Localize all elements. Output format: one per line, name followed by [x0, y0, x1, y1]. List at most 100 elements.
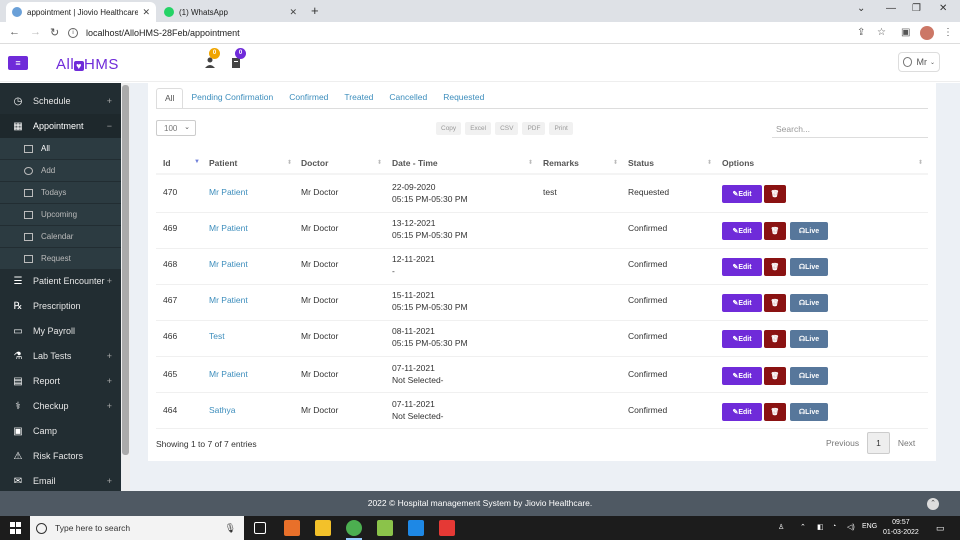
sidebar-sub-all[interactable]: All — [0, 138, 121, 159]
sidebar-sub-calendar[interactable]: Calendar — [0, 226, 121, 247]
wifi-icon[interactable]: ◔ — [832, 523, 836, 530]
browser-tab-whatsapp[interactable]: (1) WhatsApp ✕ — [158, 2, 303, 22]
tab-pending-confirmation[interactable]: Pending Confirmation — [183, 88, 281, 108]
taskbar-clock[interactable]: 09:57 01-03-2022 — [883, 518, 919, 538]
patient-link[interactable]: Mr Patient — [209, 295, 248, 305]
patient-link[interactable]: Sathya — [209, 405, 235, 415]
column-patient[interactable]: Patient — [209, 158, 237, 168]
sort-icon[interactable]: ⬍ — [287, 159, 292, 166]
sidebar-sub-request[interactable]: Request — [0, 248, 121, 269]
network-icon[interactable]: ◧ — [817, 523, 824, 531]
column-remarks[interactable]: Remarks — [543, 158, 579, 168]
edit-button[interactable]: ✎ Edit — [722, 330, 762, 348]
sort-icon[interactable]: ⬍ — [377, 159, 382, 166]
tab-treated[interactable]: Treated — [336, 88, 381, 108]
scrollbar-thumb[interactable] — [122, 85, 129, 455]
notification-icon[interactable]: ▭ — [936, 523, 945, 534]
sidebar-item-risk-factors[interactable]: ⚠ Risk Factors — [0, 444, 121, 468]
close-tab-icon[interactable]: ✕ — [289, 7, 297, 18]
windows-start-icon[interactable] — [10, 522, 22, 534]
delete-button[interactable]: 🗑 — [764, 294, 786, 312]
sidebar-scrollbar[interactable] — [121, 83, 130, 491]
live-button[interactable]: ☊ Live — [790, 330, 828, 348]
column-doctor[interactable]: Doctor — [301, 158, 328, 168]
user-menu-dropdown[interactable]: Mr ⌄ — [898, 52, 940, 72]
sidebar-sub-todays[interactable]: Todays — [0, 182, 121, 203]
previous-page-button[interactable]: Previous — [818, 433, 867, 453]
chevron-down-icon[interactable]: ⌄ — [857, 3, 865, 14]
patient-link[interactable]: Mr Patient — [209, 369, 248, 379]
forward-icon[interactable]: → — [30, 26, 41, 38]
task-view-icon[interactable] — [254, 522, 266, 534]
sidebar-item-prescription[interactable]: ℞ Prescription — [0, 294, 121, 318]
live-button[interactable]: ☊ Live — [790, 222, 828, 240]
page-1-button[interactable]: 1 — [867, 432, 890, 454]
sidebar-item-lab-tests[interactable]: ⚗ Lab Tests + — [0, 344, 121, 368]
edit-button[interactable]: ✎ Edit — [722, 367, 762, 385]
search-input[interactable]: Search... — [772, 122, 928, 138]
delete-button[interactable]: 🗑 — [764, 403, 786, 421]
print-button[interactable]: Print — [549, 122, 573, 135]
sidebar-sub-upcoming[interactable]: Upcoming — [0, 204, 121, 225]
sidebar-item-schedule[interactable]: ◷ Schedule + — [0, 89, 121, 113]
sidebar-item-camp[interactable]: ▣ Camp — [0, 419, 121, 443]
site-info-icon[interactable]: i — [68, 28, 78, 38]
browser-tab-appointment[interactable]: appointment | Jiovio Healthcare ( ✕ — [6, 2, 156, 22]
sort-icon[interactable]: ⬍ — [613, 159, 618, 166]
vscode-icon[interactable] — [408, 520, 424, 536]
delete-button[interactable]: 🗑 — [764, 258, 786, 276]
maximize-icon[interactable]: ❐ — [912, 3, 921, 14]
reload-icon[interactable]: ↻ — [50, 26, 59, 39]
sort-icon[interactable]: ⬍ — [918, 159, 923, 166]
url-field[interactable]: i localhost/AlloHMS-28Feb/appointment — [68, 24, 848, 42]
sidepanel-icon[interactable]: ▣ — [901, 27, 910, 38]
edit-button[interactable]: ✎ Edit — [722, 294, 762, 312]
bookmark-star-icon[interactable]: ☆ — [877, 27, 886, 38]
microphone-icon[interactable]: 🎙 — [225, 523, 236, 534]
tab-requested[interactable]: Requested — [435, 88, 492, 108]
app-logo[interactable]: All ♥ HMS — [56, 56, 119, 73]
language-indicator[interactable]: ENG — [862, 523, 877, 530]
patient-link[interactable]: Mr Patient — [209, 259, 248, 269]
edit-button[interactable]: ✎ Edit — [722, 258, 762, 276]
sidebar-item-email[interactable]: ✉ Email + — [0, 469, 121, 491]
share-icon[interactable]: ⇪ — [857, 27, 865, 38]
minimize-icon[interactable]: — — [886, 3, 896, 14]
more-icon[interactable]: ⋮ — [943, 27, 953, 38]
edit-button[interactable]: ✎ Edit — [722, 222, 762, 240]
copy-button[interactable]: Copy — [436, 122, 462, 135]
new-tab-icon[interactable]: + — [311, 3, 319, 18]
next-page-button[interactable]: Next — [890, 433, 923, 453]
live-button[interactable]: ☊ Live — [790, 403, 828, 421]
column-id[interactable]: Id — [163, 158, 171, 168]
profile-avatar[interactable] — [920, 26, 934, 40]
sort-icon[interactable]: ⬍ — [528, 159, 533, 166]
column-status[interactable]: Status — [628, 158, 654, 168]
scroll-top-icon[interactable]: ⌃ — [927, 498, 939, 510]
page-length-select[interactable]: 100 ⌄ — [156, 120, 196, 136]
sort-icon[interactable]: ⬍ — [707, 159, 712, 166]
back-icon[interactable]: ← — [9, 26, 20, 38]
sidebar-item-my-payroll[interactable]: ▭ My Payroll — [0, 319, 121, 343]
chrome-icon[interactable] — [346, 520, 362, 536]
live-button[interactable]: ☊ Live — [790, 258, 828, 276]
users-notification-button[interactable]: 0 — [204, 48, 220, 70]
delete-button[interactable]: 🗑 — [764, 367, 786, 385]
xampp-icon[interactable] — [284, 520, 300, 536]
column-date-time[interactable]: Date - Time — [392, 158, 438, 168]
orders-notification-button[interactable]: 0 — [230, 48, 246, 70]
live-button[interactable]: ☊ Live — [790, 294, 828, 312]
app-icon[interactable] — [439, 520, 455, 536]
volume-icon[interactable]: ◁) — [847, 523, 855, 531]
chevron-up-icon[interactable]: ⌃ — [800, 523, 806, 531]
tab-all[interactable]: All — [156, 88, 184, 108]
taskbar-search[interactable]: Type here to search 🎙 — [30, 516, 244, 540]
patient-link[interactable]: Test — [209, 331, 225, 341]
tab-confirmed[interactable]: Confirmed — [281, 88, 336, 108]
edit-button[interactable]: ✎ Edit — [722, 185, 762, 203]
sidebar-item-report[interactable]: ▤ Report + — [0, 369, 121, 393]
delete-button[interactable]: 🗑 — [764, 185, 786, 203]
file-explorer-icon[interactable] — [315, 520, 331, 536]
csv-button[interactable]: CSV — [495, 122, 519, 135]
notepad-icon[interactable] — [377, 520, 393, 536]
